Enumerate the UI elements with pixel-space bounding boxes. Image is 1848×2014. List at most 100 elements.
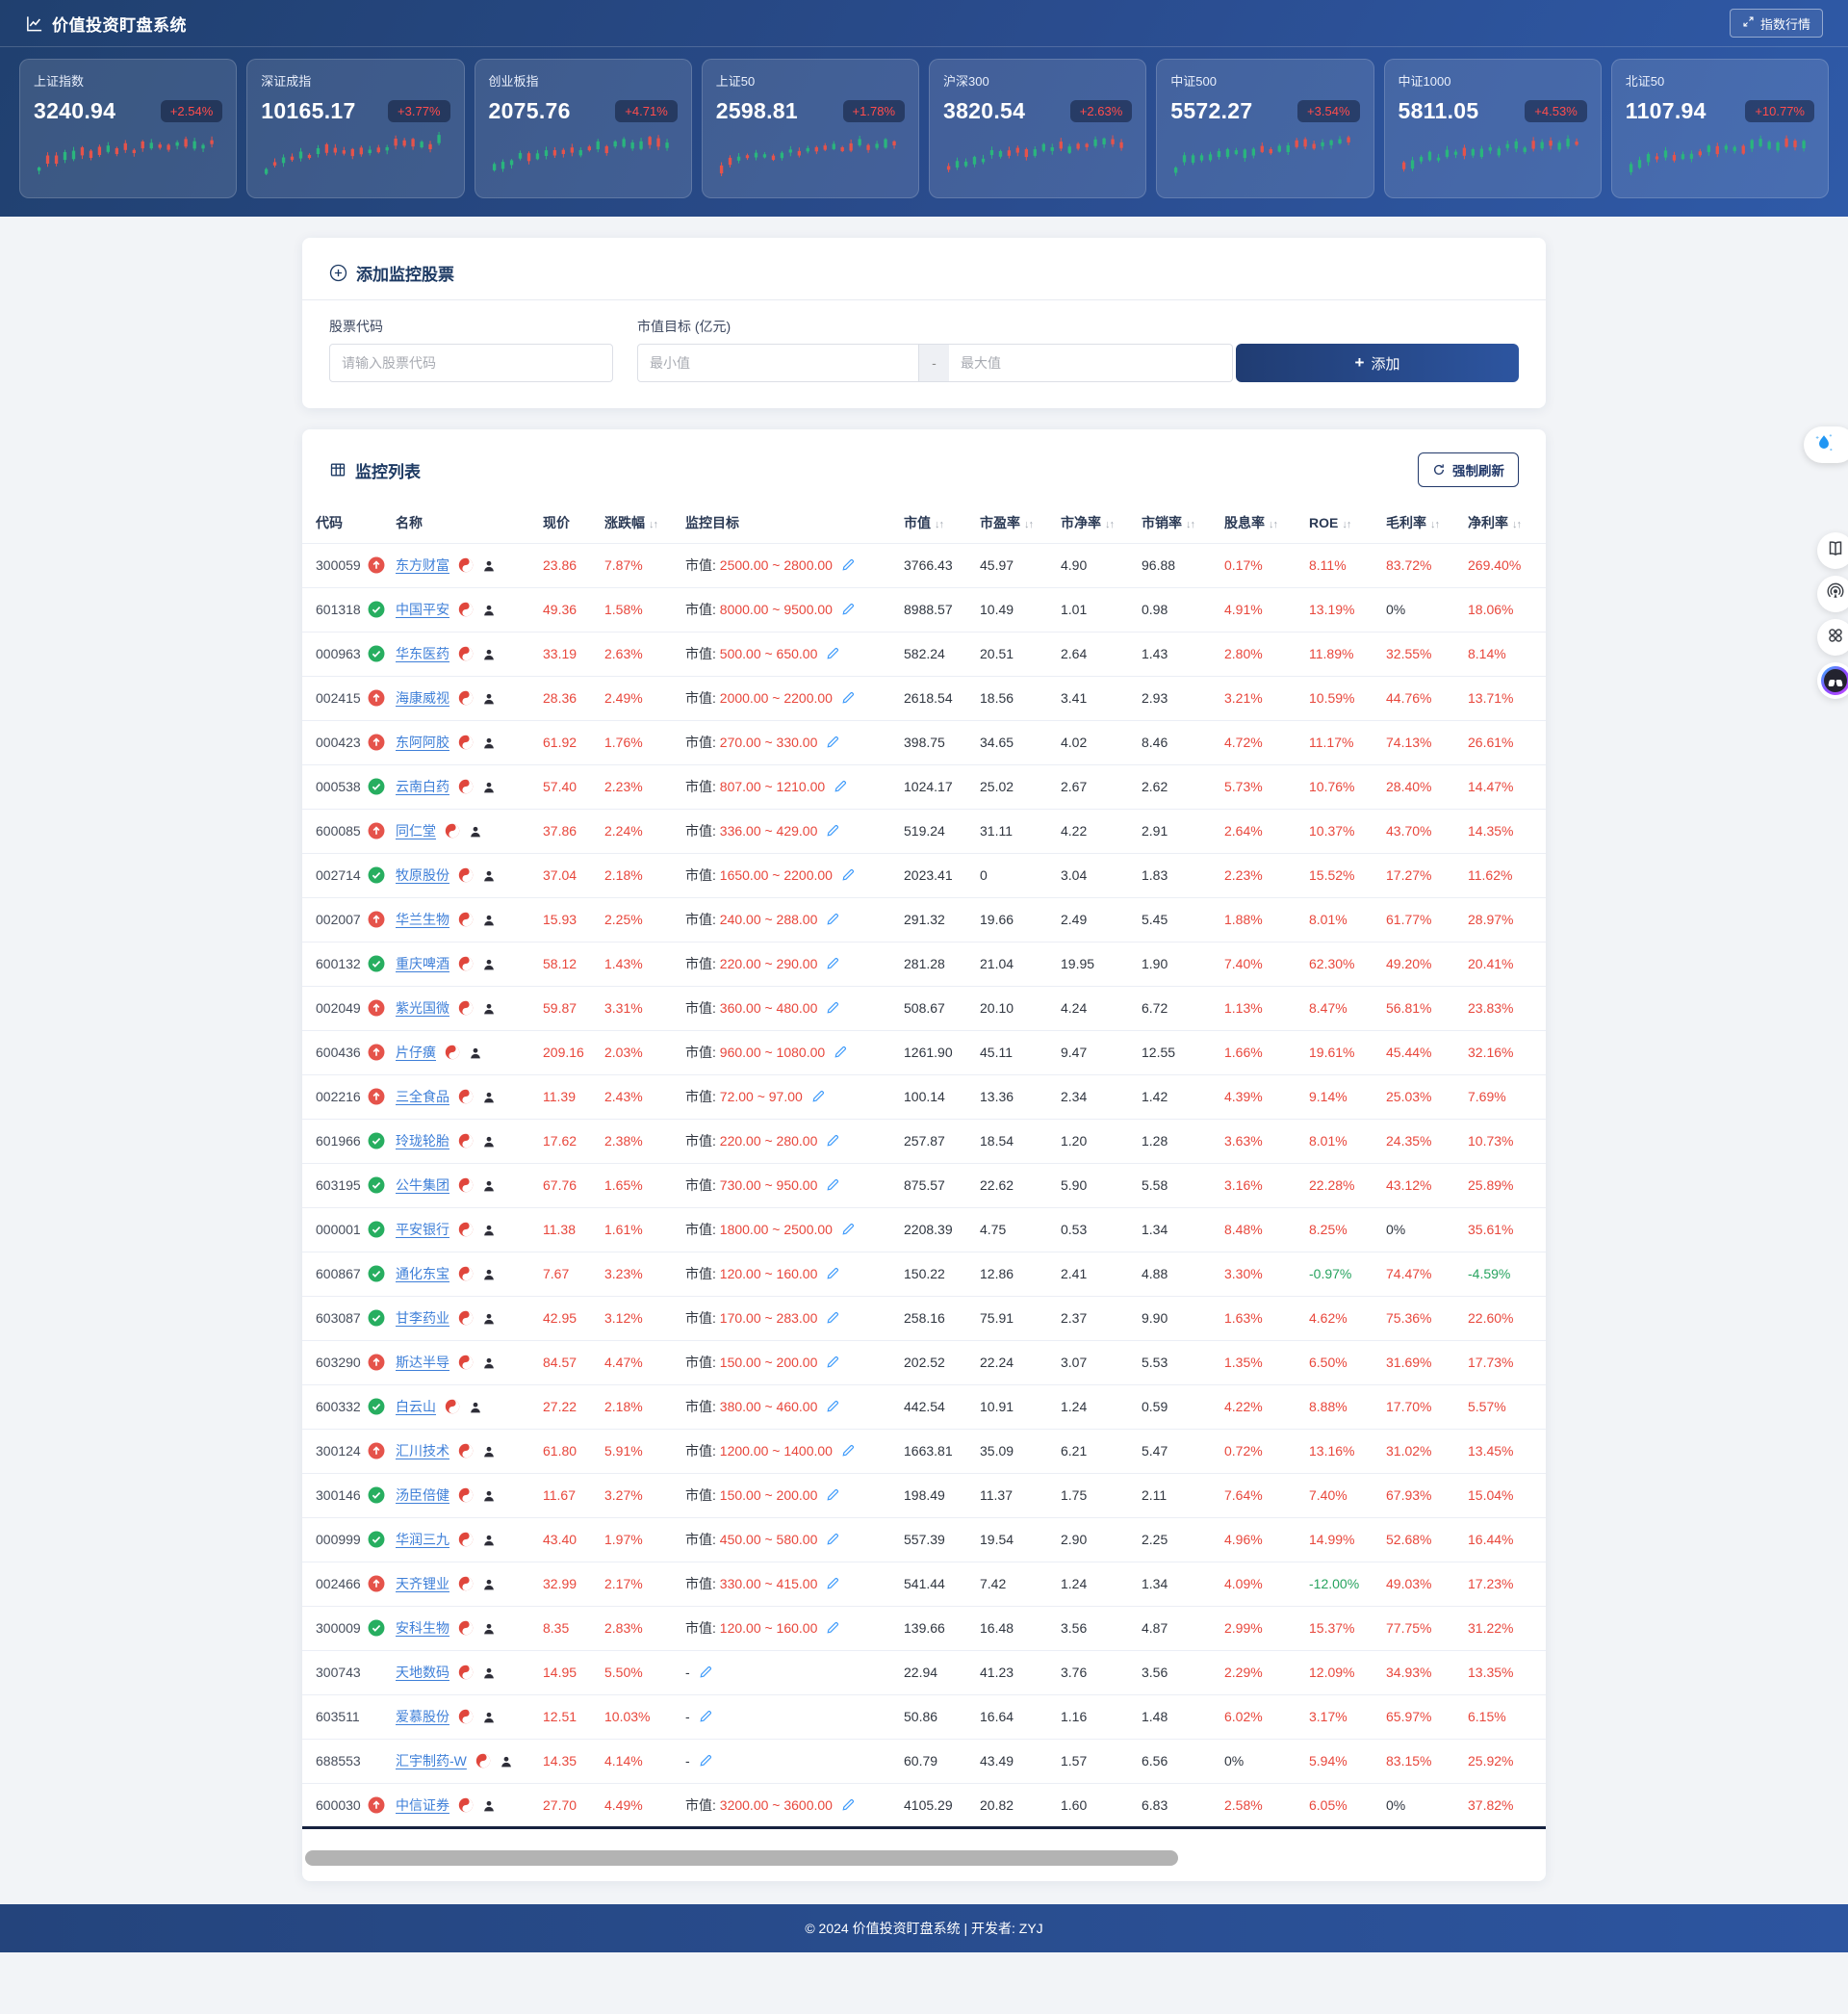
stock-name-link[interactable]: 中国平安 bbox=[396, 602, 449, 617]
reader-widget-button[interactable] bbox=[1817, 532, 1848, 569]
edit-target-icon[interactable] bbox=[841, 1443, 856, 1458]
stock-name-link[interactable]: 中信证券 bbox=[396, 1797, 449, 1813]
edit-target-icon[interactable] bbox=[826, 956, 840, 970]
edit-target-icon[interactable] bbox=[811, 1089, 826, 1103]
translate-widget-button[interactable] bbox=[1804, 426, 1848, 463]
stock-name-link[interactable]: 牧原股份 bbox=[396, 867, 449, 883]
force-refresh-button[interactable]: 强制刷新 bbox=[1418, 452, 1519, 487]
sort-icon[interactable]: ↓↑ bbox=[1430, 519, 1439, 530]
stock-name-link[interactable]: 安科生物 bbox=[396, 1620, 449, 1636]
person-icon[interactable] bbox=[482, 604, 496, 617]
person-icon[interactable] bbox=[482, 559, 496, 573]
index-card[interactable]: 上证50 2598.81 +1.78% bbox=[702, 59, 919, 198]
person-icon[interactable] bbox=[482, 1622, 496, 1636]
stock-name-link[interactable]: 天齐锂业 bbox=[396, 1576, 449, 1591]
stock-name-link[interactable]: 东方财富 bbox=[396, 557, 449, 573]
stock-name-link[interactable]: 同仁堂 bbox=[396, 823, 436, 839]
edit-target-icon[interactable] bbox=[699, 1665, 713, 1679]
edit-target-icon[interactable] bbox=[841, 602, 856, 616]
index-card[interactable]: 深证成指 10165.17 +3.77% bbox=[246, 59, 464, 198]
stock-name-link[interactable]: 斯达半导 bbox=[396, 1355, 449, 1370]
taiji-icon[interactable] bbox=[458, 557, 474, 573]
column-header[interactable]: 市净率↓↑ bbox=[1061, 503, 1142, 543]
edit-target-icon[interactable] bbox=[826, 1177, 840, 1192]
index-card[interactable]: 创业板指 2075.76 +4.71% bbox=[475, 59, 692, 198]
index-card[interactable]: 沪深300 3820.54 +2.63% bbox=[929, 59, 1146, 198]
stock-name-link[interactable]: 汤臣倍健 bbox=[396, 1487, 449, 1503]
stock-name-link[interactable]: 汇宇制药-W bbox=[396, 1753, 467, 1769]
taiji-icon[interactable] bbox=[458, 1532, 474, 1547]
stock-name-link[interactable]: 甘李药业 bbox=[396, 1310, 449, 1326]
taiji-icon[interactable] bbox=[458, 602, 474, 617]
person-icon[interactable] bbox=[482, 1711, 496, 1724]
sort-icon[interactable]: ↓↑ bbox=[1186, 519, 1194, 530]
edit-target-icon[interactable] bbox=[699, 1753, 713, 1768]
person-icon[interactable] bbox=[482, 1666, 496, 1680]
taiji-icon[interactable] bbox=[458, 1133, 474, 1149]
taiji-icon[interactable] bbox=[458, 1266, 474, 1281]
edit-target-icon[interactable] bbox=[826, 646, 840, 660]
stock-name-link[interactable]: 汇川技术 bbox=[396, 1443, 449, 1459]
person-icon[interactable] bbox=[482, 1489, 496, 1503]
edit-target-icon[interactable] bbox=[841, 867, 856, 882]
edit-target-icon[interactable] bbox=[841, 690, 856, 705]
edit-target-icon[interactable] bbox=[834, 779, 848, 793]
person-icon[interactable] bbox=[469, 825, 482, 839]
person-icon[interactable] bbox=[482, 1179, 496, 1193]
stock-name-link[interactable]: 三全食品 bbox=[396, 1089, 449, 1104]
sort-icon[interactable]: ↓↑ bbox=[1024, 519, 1033, 530]
edit-target-icon[interactable] bbox=[826, 1532, 840, 1546]
apps-widget-button[interactable] bbox=[1817, 619, 1848, 656]
person-icon[interactable] bbox=[482, 1135, 496, 1149]
stock-name-link[interactable]: 紫光国微 bbox=[396, 1000, 449, 1016]
taiji-icon[interactable] bbox=[458, 1222, 474, 1237]
person-icon[interactable] bbox=[482, 648, 496, 661]
stock-name-link[interactable]: 平安银行 bbox=[396, 1222, 449, 1237]
taiji-icon[interactable] bbox=[458, 646, 474, 661]
taiji-icon[interactable] bbox=[445, 1045, 460, 1060]
sort-icon[interactable]: ↓↑ bbox=[1512, 519, 1521, 530]
taiji-icon[interactable] bbox=[458, 956, 474, 971]
taiji-icon[interactable] bbox=[445, 1399, 460, 1414]
taiji-icon[interactable] bbox=[458, 912, 474, 927]
person-icon[interactable] bbox=[482, 1002, 496, 1016]
edit-target-icon[interactable] bbox=[826, 823, 840, 838]
max-value-input[interactable] bbox=[949, 344, 1233, 382]
person-icon[interactable] bbox=[482, 692, 496, 706]
column-header[interactable]: 股息率↓↑ bbox=[1224, 503, 1309, 543]
stock-name-link[interactable]: 天地数码 bbox=[396, 1665, 449, 1680]
column-header[interactable]: 净利率↓↑ bbox=[1468, 503, 1546, 543]
person-icon[interactable] bbox=[482, 1224, 496, 1237]
stock-name-link[interactable]: 云南白药 bbox=[396, 779, 449, 794]
sort-icon[interactable]: ↓↑ bbox=[1269, 519, 1277, 530]
person-icon[interactable] bbox=[469, 1046, 482, 1060]
stock-name-link[interactable]: 华东医药 bbox=[396, 646, 449, 661]
edit-target-icon[interactable] bbox=[699, 1709, 713, 1723]
index-quotes-button[interactable]: 指数行情 bbox=[1730, 9, 1823, 38]
person-icon[interactable] bbox=[482, 1268, 496, 1281]
taiji-icon[interactable] bbox=[458, 1487, 474, 1503]
person-icon[interactable] bbox=[482, 1799, 496, 1813]
person-icon[interactable] bbox=[482, 1312, 496, 1326]
edit-target-icon[interactable] bbox=[826, 1487, 840, 1502]
taiji-icon[interactable] bbox=[458, 1000, 474, 1016]
person-icon[interactable] bbox=[469, 1401, 482, 1414]
person-icon[interactable] bbox=[482, 1356, 496, 1370]
column-header[interactable]: 涨跌幅↓↑ bbox=[604, 503, 685, 543]
stock-name-link[interactable]: 海康威视 bbox=[396, 690, 449, 706]
stock-name-link[interactable]: 通化东宝 bbox=[396, 1266, 449, 1281]
taiji-icon[interactable] bbox=[458, 779, 474, 794]
edit-target-icon[interactable] bbox=[826, 1399, 840, 1413]
person-icon[interactable] bbox=[482, 869, 496, 883]
stock-name-link[interactable]: 东阿阿胶 bbox=[396, 735, 449, 750]
stock-name-link[interactable]: 片仔癀 bbox=[396, 1045, 436, 1060]
sort-icon[interactable]: ↓↑ bbox=[649, 519, 657, 530]
taiji-icon[interactable] bbox=[458, 1620, 474, 1636]
column-header[interactable]: ROE↓↑ bbox=[1309, 503, 1386, 543]
edit-target-icon[interactable] bbox=[826, 912, 840, 926]
index-card[interactable]: 中证1000 5811.05 +4.53% bbox=[1384, 59, 1602, 198]
taiji-icon[interactable] bbox=[458, 1797, 474, 1813]
column-header[interactable]: 市值↓↑ bbox=[904, 503, 980, 543]
edit-target-icon[interactable] bbox=[841, 1797, 856, 1812]
edit-target-icon[interactable] bbox=[826, 1310, 840, 1325]
